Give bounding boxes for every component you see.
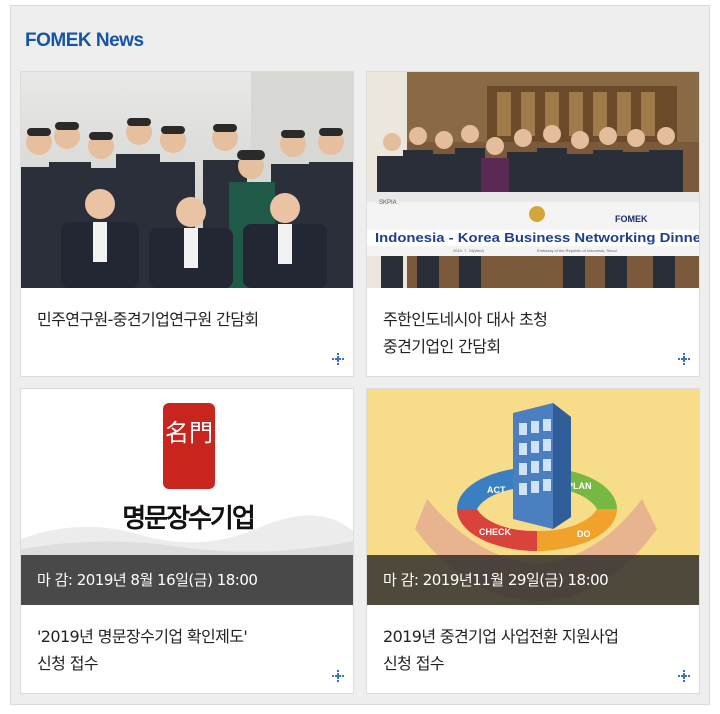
news-card-caption: '2019년 명문장수기업 확인제도' 신청 접수 bbox=[37, 623, 313, 677]
myeongmun-logo-image: 名門 명문장수기업 마 감: 2019년 8월 16일(금) 18:00 bbox=[21, 389, 353, 605]
cycle-label-do: DO bbox=[577, 529, 591, 539]
meeting-group-photo bbox=[21, 72, 353, 288]
networking-dinner-photo: SKPIA FOMEK Indonesia - Korea Business N… bbox=[367, 72, 700, 288]
news-card-1[interactable]: 민주연구원-중견기업연구원 간담회 bbox=[20, 71, 354, 377]
banner-date: 2019. 7. 24(Wed) bbox=[453, 248, 485, 253]
news-card-caption: 주한인도네시아 대사 초청 중견기업인 간담회 bbox=[383, 306, 659, 360]
caption-line: 중견기업인 간담회 bbox=[383, 337, 501, 356]
caption-line: 신청 접수 bbox=[37, 654, 99, 673]
banner-text: Indonesia - Korea Business Networking Di… bbox=[375, 230, 700, 245]
news-card-caption: 2019년 중견기업 사업전환 지원사업 신청 접수 bbox=[383, 623, 659, 677]
caption-line: 민주연구원-중견기업연구원 간담회 bbox=[37, 310, 259, 329]
section-title: FOMEK News bbox=[25, 30, 144, 51]
caption-line: 2019년 중견기업 사업전환 지원사업 bbox=[383, 627, 619, 646]
logo-text: 명문장수기업 bbox=[122, 503, 254, 533]
banner-venue: Embassy of the Republic of Indonesia, Se… bbox=[537, 248, 617, 253]
news-card-caption: 민주연구원-중견기업연구원 간담회 bbox=[37, 306, 313, 333]
news-card-3[interactable]: 名門 명문장수기업 마 감: 2019년 8월 16일(금) 18:00 '20… bbox=[20, 388, 354, 694]
banner-logo-left: SKPIA bbox=[379, 200, 397, 206]
deadline-bar: 마 감: 2019년 8월 16일(금) 18:00 bbox=[21, 555, 353, 605]
caption-line: '2019년 명문장수기업 확인제도' bbox=[37, 627, 248, 646]
plus-more-icon[interactable] bbox=[331, 352, 345, 366]
plus-more-icon[interactable] bbox=[331, 669, 345, 683]
news-card-4[interactable]: ACT PLAN DO CHECK 마 감: 2019년11월 29일(금) 1… bbox=[366, 388, 700, 694]
cycle-label-act: ACT bbox=[487, 485, 506, 495]
banner-logo-right: FOMEK bbox=[615, 214, 648, 224]
caption-line: 신청 접수 bbox=[383, 654, 445, 673]
plus-more-icon[interactable] bbox=[677, 669, 691, 683]
cycle-label-check: CHECK bbox=[479, 527, 512, 537]
seal-text: 名門 bbox=[165, 420, 213, 447]
news-card-2[interactable]: SKPIA FOMEK Indonesia - Korea Business N… bbox=[366, 71, 700, 377]
pdca-building-image: ACT PLAN DO CHECK 마 감: 2019년11월 29일(금) 1… bbox=[367, 389, 699, 605]
plus-more-icon[interactable] bbox=[677, 352, 691, 366]
news-panel: FOMEK News 민주연구원-중견기업연구원 간담회 SKPIA FOMEK… bbox=[10, 5, 710, 705]
caption-line: 주한인도네시아 대사 초청 bbox=[383, 310, 548, 329]
deadline-bar: 마 감: 2019년11월 29일(금) 18:00 bbox=[367, 555, 699, 605]
